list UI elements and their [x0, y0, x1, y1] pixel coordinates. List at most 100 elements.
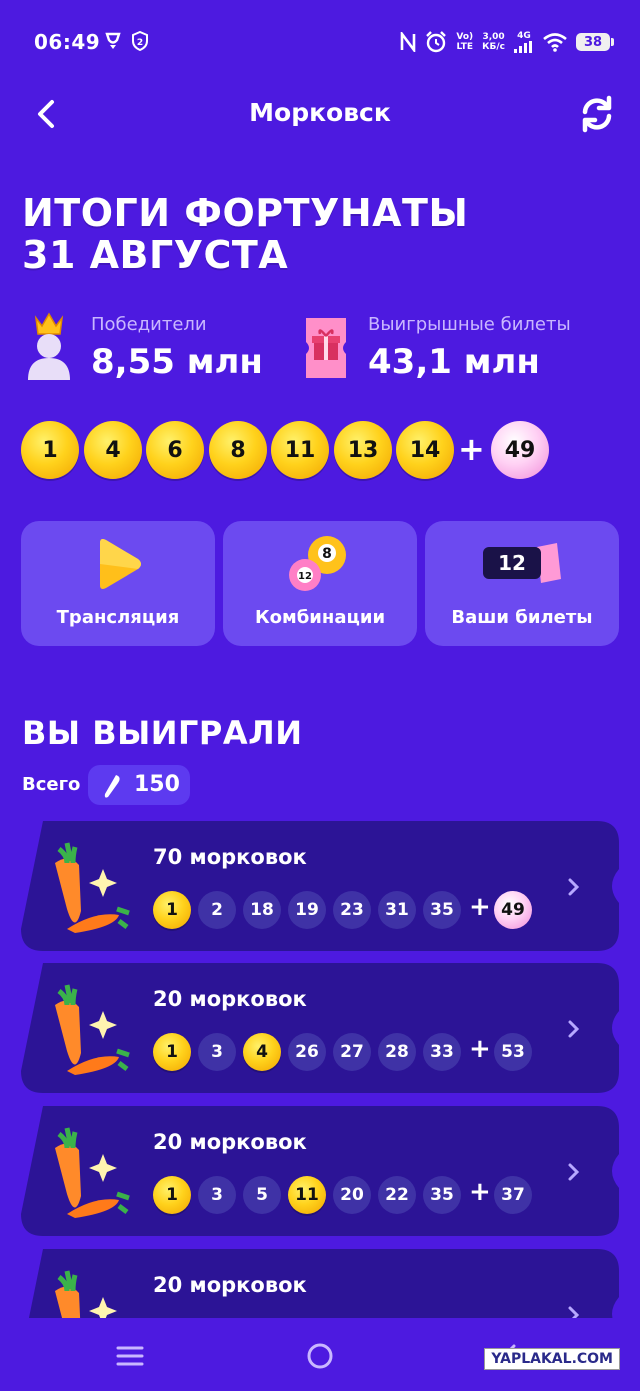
menu-icon[interactable] — [110, 1336, 150, 1376]
ticket-ball: 20 — [333, 1176, 371, 1214]
chevron-right-icon — [568, 1020, 580, 1038]
battery-level: 38 — [583, 34, 603, 50]
tickets-stat: Выигрышные билеты 43,1 млн — [302, 312, 622, 382]
winners-stat: Победители 8,55 млн — [22, 312, 282, 382]
gift-ticket-icon — [306, 318, 346, 378]
tickets-label: Выигрышные билеты — [368, 314, 571, 335]
ticket-ball: 5 — [243, 1176, 281, 1214]
ticket-ball: 28 — [378, 1033, 416, 1071]
wifi-icon — [543, 33, 567, 52]
carrot-prize-icon — [55, 1127, 130, 1218]
winners-value: 8,55 млн — [91, 342, 263, 382]
drawn-ball: 14 — [396, 421, 454, 479]
combinations-button[interactable]: 8 12 Комбинации — [223, 521, 417, 646]
chevron-right-icon — [568, 1163, 580, 1181]
svg-text:2: 2 — [137, 38, 143, 48]
results-title: ИТОГИ ФОРТУНАТЫ 31 АВГУСТА — [22, 192, 468, 276]
combinations-ball-2: 12 — [298, 571, 312, 582]
drawn-ball: 1 — [21, 421, 79, 479]
plus-sign: + — [469, 1034, 491, 1064]
results-title-line2: 31 АВГУСТА — [22, 233, 289, 277]
status-bar: 06:49 2 Vo) LTE 3,00 КБ/с 4G 38 — [0, 0, 640, 84]
ticket-ball: 23 — [333, 891, 371, 929]
ticket-bonus-ball: 49 — [494, 891, 532, 929]
total-label: Всего — [22, 774, 81, 795]
plus-sign: + — [469, 1177, 491, 1207]
ticket-ball: 31 — [378, 891, 416, 929]
ticket-ball: 3 — [198, 1033, 236, 1071]
ticket-ball: 35 — [423, 891, 461, 929]
winnings-title: ВЫ ВЫИГРАЛИ — [22, 714, 303, 752]
broadcast-label: Трансляция — [56, 607, 180, 628]
ticket-ball: 18 — [243, 891, 281, 929]
chevron-right-icon — [568, 878, 580, 896]
plus-sign: + — [458, 430, 485, 468]
carrot-icon — [104, 775, 120, 798]
ticket-ball: 4 — [243, 1033, 281, 1071]
results-title-line1: ИТОГИ ФОРТУНАТЫ — [22, 191, 469, 235]
carrot-prize-icon — [55, 842, 130, 933]
nfc-icon — [401, 32, 416, 52]
volte-label: Vo) — [456, 32, 474, 42]
signal-bars-icon — [514, 41, 532, 53]
tickets-value: 43,1 млн — [368, 342, 540, 382]
bonus-ball: 49 — [491, 421, 549, 479]
alarm-icon — [426, 31, 447, 53]
page-title: Морковск — [249, 98, 391, 127]
combinations-ball-1: 8 — [322, 546, 332, 562]
network-speed: 3,00 КБ/с — [482, 32, 505, 52]
ticket-ball: 22 — [378, 1176, 416, 1214]
drawn-ball: 6 — [146, 421, 204, 479]
battery-indicator: 38 — [576, 33, 614, 51]
refresh-button[interactable] — [578, 94, 616, 134]
shield-notification-icon: 2 — [132, 31, 148, 51]
ticket-ball: 2 — [198, 891, 236, 929]
your-tickets-button[interactable]: 12 Ваши билеты — [425, 521, 619, 646]
volte-indicator: Vo) LTE — [456, 32, 473, 52]
ticket-card[interactable]: 70 морковок 1 2 18 19 23 31 35 + 49 — [21, 821, 619, 951]
app-notification-icon — [105, 32, 121, 49]
ticket-ball: 35 — [423, 1176, 461, 1214]
ticket-bonus-ball: 37 — [494, 1176, 532, 1214]
broadcast-button[interactable]: Трансляция — [21, 521, 215, 646]
ticket-ball: 3 — [198, 1176, 236, 1214]
home-icon[interactable] — [300, 1336, 340, 1376]
tickets-count-badge: 12 — [483, 547, 541, 579]
ticket-prize: 20 морковок — [153, 1273, 307, 1297]
status-right-group: Vo) LTE 3,00 КБ/с 4G 38 — [400, 28, 614, 56]
ticket-ball: 26 — [288, 1033, 326, 1071]
plus-sign: + — [469, 892, 491, 922]
network-speed-value: 3,00 — [482, 32, 505, 42]
ticket-ball: 1 — [153, 891, 191, 929]
drawn-ball: 8 — [209, 421, 267, 479]
carrot-prize-icon — [55, 984, 130, 1075]
ticket-card[interactable]: 20 морковок 1 3 5 11 20 22 35 + 37 — [21, 1106, 619, 1236]
winner-crown-icon — [28, 312, 70, 380]
combinations-label: Комбинации — [254, 607, 386, 628]
ticket-card[interactable]: 20 морковок 1 3 4 26 27 28 33 + 53 — [21, 963, 619, 1093]
total-chip: 150 — [88, 765, 190, 805]
drawn-ball: 4 — [84, 421, 142, 479]
total-value: 150 — [134, 772, 180, 797]
signal-type-label: 4G — [517, 31, 531, 41]
lottery-balls-icon: 8 12 — [289, 536, 346, 591]
play-icon — [100, 539, 141, 589]
ticket-prize: 70 морковок — [153, 845, 307, 869]
cell-signal: 4G — [514, 31, 534, 53]
ticket-ball: 19 — [288, 891, 326, 929]
ticket-bonus-ball: 53 — [494, 1033, 532, 1071]
ticket-ball: 1 — [153, 1033, 191, 1071]
winners-label: Победители — [91, 314, 207, 335]
drawn-ball: 13 — [334, 421, 392, 479]
ticket-ball: 27 — [333, 1033, 371, 1071]
your-tickets-label: Ваши билеты — [451, 607, 593, 628]
ticket-ball: 1 — [153, 1176, 191, 1214]
ticket-ball: 11 — [288, 1176, 326, 1214]
network-speed-unit: КБ/с — [482, 42, 505, 52]
watermark: YAPLAKAL.COM — [484, 1348, 620, 1370]
lte-label: LTE — [456, 42, 474, 52]
status-time: 06:49 — [34, 30, 101, 54]
ticket-prize: 20 морковок — [153, 987, 307, 1011]
ticket-prize: 20 морковок — [153, 1130, 307, 1154]
drawn-ball: 11 — [271, 421, 329, 479]
